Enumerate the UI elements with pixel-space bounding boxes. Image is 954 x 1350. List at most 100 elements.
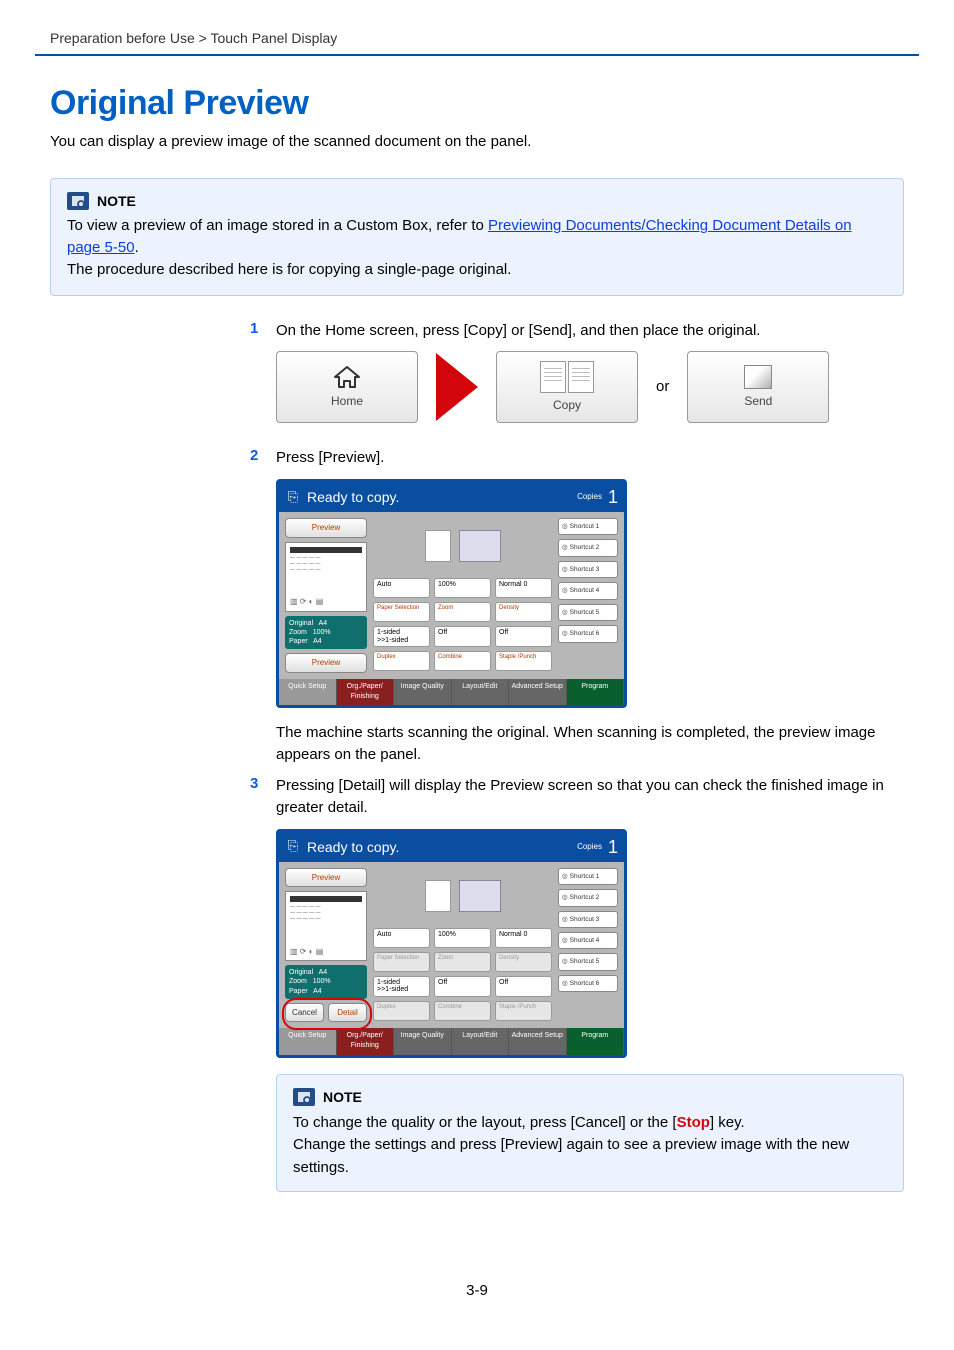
shortcut-4[interactable]: ◎ Shortcut 4 xyxy=(558,582,618,599)
step-1-text: On the Home screen, press [Copy] or [Sen… xyxy=(276,320,904,342)
divider xyxy=(35,54,919,56)
chip-off2[interactable]: Off xyxy=(495,976,552,997)
breadcrumb: Preparation before Use > Touch Panel Dis… xyxy=(50,0,904,54)
note2-l1a: To change the quality or the layout, pre… xyxy=(293,1114,677,1131)
tab-layout[interactable]: Layout/Edit xyxy=(452,679,510,705)
tab-quick[interactable]: Quick Setup xyxy=(279,679,337,705)
note-icon xyxy=(67,192,89,210)
original-info-2: Original A4 Zoom 100% Paper A4 xyxy=(285,965,367,998)
step-3-text: Pressing [Detail] will display the Previ… xyxy=(276,775,904,819)
chip-off2[interactable]: Off xyxy=(495,626,552,647)
chip-off1[interactable]: Off xyxy=(434,976,491,997)
tab-layout[interactable]: Layout/Edit xyxy=(452,1028,510,1054)
tab-org[interactable]: Org./Paper/ Finishing xyxy=(337,679,395,705)
send-button[interactable]: Send xyxy=(687,351,829,423)
chip-normal[interactable]: Normal 0 xyxy=(495,928,552,948)
page-number: 3-9 xyxy=(50,1282,904,1299)
note1-post: . xyxy=(135,239,139,256)
chip-combine[interactable]: Combine xyxy=(434,651,491,671)
panel-icon: ⎘ xyxy=(285,839,301,855)
tab-image[interactable]: Image Quality xyxy=(394,1028,452,1054)
tab-image[interactable]: Image Quality xyxy=(394,679,452,705)
home-label: Home xyxy=(331,393,363,410)
shortcut-6[interactable]: ◎ Shortcut 6 xyxy=(558,975,618,992)
panel-title-2: Ready to copy. xyxy=(307,837,399,857)
shortcut-3[interactable]: ◎ Shortcut 3 xyxy=(558,911,618,928)
step-2-text: Press [Preview]. xyxy=(276,447,904,469)
tab-program[interactable]: Program xyxy=(567,1028,625,1054)
document-icon xyxy=(568,361,594,393)
preview-button-3[interactable]: Preview xyxy=(285,868,367,888)
shortcut-3[interactable]: ◎ Shortcut 3 xyxy=(558,561,618,578)
copies-value: 1 xyxy=(608,484,618,510)
step-2-number: 2 xyxy=(250,447,264,765)
intro-text: You can display a preview image of the s… xyxy=(50,133,904,150)
chip-duplex[interactable]: Duplex xyxy=(373,651,430,671)
shortcut-2[interactable]: ◎ Shortcut 2 xyxy=(558,539,618,556)
page-title: Original Preview xyxy=(50,84,904,123)
home-button[interactable]: Home xyxy=(276,351,418,423)
tab-adv[interactable]: Advanced Setup xyxy=(509,679,567,705)
copy-label: Copy xyxy=(553,397,581,414)
note1-pre: To view a preview of an image stored in … xyxy=(67,217,488,234)
shortcut-1[interactable]: ◎ Shortcut 1 xyxy=(558,868,618,885)
detail-button[interactable]: Detail xyxy=(328,1003,367,1023)
home-icon xyxy=(333,365,361,389)
tab-quick[interactable]: Quick Setup xyxy=(279,1028,337,1054)
panel-title: Ready to copy. xyxy=(307,487,399,507)
copy-panel-2: ⎘ Ready to copy. Copies 1 Preview xyxy=(276,829,627,1058)
chip-100[interactable]: 100% xyxy=(434,928,491,948)
note-box-1: NOTE To view a preview of an image store… xyxy=(50,178,904,296)
chip-paper[interactable]: Paper Selection xyxy=(373,602,430,622)
chip-auto[interactable]: Auto xyxy=(373,928,430,948)
copies-label-2: Copies xyxy=(577,841,602,853)
shortcut-5[interactable]: ◎ Shortcut 5 xyxy=(558,604,618,621)
copies-value-2: 1 xyxy=(608,834,618,860)
chip-100[interactable]: 100% xyxy=(434,578,491,598)
note-box-2: NOTE To change the quality or the layout… xyxy=(276,1074,904,1193)
tab-program[interactable]: Program xyxy=(567,679,625,705)
chip-duplex-d: Duplex xyxy=(373,1001,430,1021)
shortcut-5[interactable]: ◎ Shortcut 5 xyxy=(558,953,618,970)
chip-1sided[interactable]: 1-sided>>1-sided xyxy=(373,976,430,997)
note1-line2: The procedure described here is for copy… xyxy=(67,259,887,281)
copy-panel-1: ⎘ Ready to copy. Copies 1 Preview xyxy=(276,479,627,708)
chip-density-d: Density xyxy=(495,952,552,972)
preview-thumbnail-2: — — — — —— — — — —— — — — — ▥ ⟳ ◐ ▤ xyxy=(285,891,367,961)
document-stack-icon xyxy=(425,530,451,562)
shortcut-2[interactable]: ◎ Shortcut 2 xyxy=(558,889,618,906)
chip-density[interactable]: Density xyxy=(495,602,552,622)
chip-normal[interactable]: Normal 0 xyxy=(495,578,552,598)
preview-button-2[interactable]: Preview xyxy=(285,653,367,673)
original-info: Original A4 Zoom 100% Paper A4 xyxy=(285,616,367,649)
tab-adv[interactable]: Advanced Setup xyxy=(509,1028,567,1054)
shortcut-1[interactable]: ◎ Shortcut 1 xyxy=(558,518,618,535)
chip-zoom-d: Zoom xyxy=(434,952,491,972)
chip-zoom[interactable]: Zoom xyxy=(434,602,491,622)
note-title: NOTE xyxy=(97,191,136,211)
copier-icon xyxy=(459,530,501,562)
note-icon xyxy=(293,1088,315,1106)
preview-button[interactable]: Preview xyxy=(285,518,367,538)
or-text: or xyxy=(656,376,669,398)
send-label: Send xyxy=(744,393,772,410)
chip-staple-d: Staple /Punch xyxy=(495,1001,552,1021)
document-stack-icon xyxy=(425,880,451,912)
copier-icon xyxy=(459,880,501,912)
tab-org[interactable]: Org./Paper/ Finishing xyxy=(337,1028,395,1054)
chip-auto[interactable]: Auto xyxy=(373,578,430,598)
copies-label: Copies xyxy=(577,491,602,503)
chip-off1[interactable]: Off xyxy=(434,626,491,647)
chip-1sided[interactable]: 1-sided>>1-sided xyxy=(373,626,430,647)
chip-paper-d: Paper Selection xyxy=(373,952,430,972)
shortcut-4[interactable]: ◎ Shortcut 4 xyxy=(558,932,618,949)
shortcut-6[interactable]: ◎ Shortcut 6 xyxy=(558,625,618,642)
cancel-button[interactable]: Cancel xyxy=(285,1003,324,1023)
note2-title: NOTE xyxy=(323,1087,362,1108)
chip-staple[interactable]: Staple /Punch xyxy=(495,651,552,671)
document-icon xyxy=(540,361,566,393)
panel-icon: ⎘ xyxy=(285,489,301,505)
copy-button[interactable]: Copy xyxy=(496,351,638,423)
note2-l1b: ] key. xyxy=(710,1114,745,1131)
arrow-icon xyxy=(436,353,478,421)
